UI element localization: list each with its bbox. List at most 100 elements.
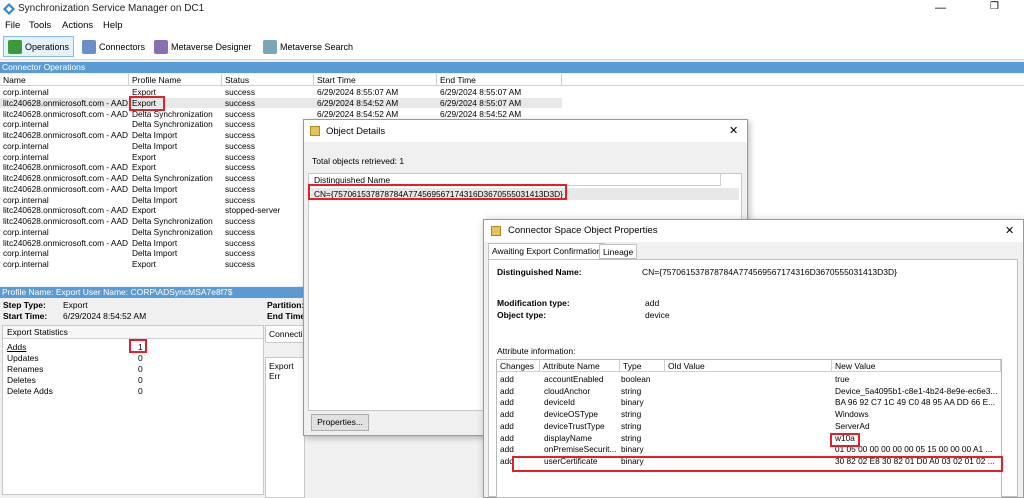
attribute-cell: boolean — [621, 374, 651, 384]
attribute-row[interactable]: add userCertificate binary 30 82 02 E8 30 8… — [497, 455, 1001, 467]
attribute-row[interactable]: add deviceId binary BA 96 92 C7 1C 49 C0 48… — [497, 397, 1001, 408]
close-icon[interactable]: ✕ — [729, 124, 738, 137]
table-cell: Delta Import — [132, 183, 178, 194]
end-time-label: End Time — [267, 311, 306, 321]
stat-label: Renames — [7, 364, 44, 374]
col-status[interactable]: Status — [222, 74, 314, 86]
menu-tools[interactable]: Tools — [29, 20, 51, 31]
table-cell: litc240628.onmicrosoft.com - AAD — [3, 205, 128, 216]
col-name[interactable]: Name — [0, 74, 129, 86]
attribute-cell: Windows — [835, 409, 869, 420]
restore-button[interactable]: ❐ — [990, 1, 999, 12]
table-cell: success — [225, 108, 255, 119]
attribute-cell: add — [500, 385, 514, 396]
stat-label: Delete Adds — [7, 386, 53, 396]
attribute-cell: add — [500, 374, 514, 384]
table-cell: corp.internal — [3, 194, 49, 205]
table-cell: litc240628.onmicrosoft.com - AAD — [3, 173, 128, 183]
attribute-cell: add — [500, 444, 514, 455]
connectors-button[interactable]: Connectors — [78, 36, 149, 57]
attribute-cell: add — [500, 455, 514, 466]
metaverse-designer-icon — [154, 39, 168, 54]
table-cell: Delta Synchronization — [132, 119, 213, 130]
table-cell: success — [225, 151, 255, 162]
table-row[interactable]: litc240628.onmicrosoft.com - AAD Export su… — [0, 97, 562, 109]
metaverse-search-button[interactable]: Metaverse Search — [259, 36, 357, 57]
export-statistics-panel: Export Statistics Adds 1 Updates 0 Renames 0 D… — [2, 325, 264, 495]
table-cell: Delta Synchronization — [132, 173, 213, 183]
attribute-cell: string — [621, 432, 642, 443]
col-type[interactable]: Type — [620, 360, 665, 372]
table-cell: Delta Import — [132, 237, 178, 248]
table-cell: litc240628.onmicrosoft.com - AAD — [3, 130, 128, 140]
table-cell: success — [225, 259, 255, 269]
attribute-row[interactable]: add cloudAnchor string Device_5a4095b1-c8e1… — [497, 385, 1001, 397]
attribute-cell: deviceId — [544, 397, 575, 408]
minimize-button[interactable]: — — [935, 2, 946, 14]
table-cell: litc240628.onmicrosoft.com - AAD — [3, 237, 128, 248]
operations-button[interactable]: Operations — [3, 36, 75, 57]
close-icon[interactable]: ✕ — [1005, 224, 1014, 237]
dn-label: Distinguished Name: — [497, 267, 582, 277]
step-type-label: Step Type: — [3, 300, 46, 310]
col-profile-name[interactable]: Profile Name — [129, 74, 222, 86]
col-distinguished-name[interactable]: Distinguished Name — [309, 174, 721, 186]
col-old-value[interactable]: Old Value — [665, 360, 832, 372]
table-cell: success — [225, 140, 255, 151]
table-cell: Delta Synchronization — [132, 108, 213, 119]
object-type-label: Object type: — [497, 310, 547, 320]
dn-value: CN={757061537878784A774569567174316D3670… — [642, 267, 898, 277]
app-icon — [3, 3, 15, 15]
attribute-cell: displayName — [544, 432, 592, 443]
stat-label[interactable]: Adds — [7, 342, 26, 352]
object-details-title: Object Details — [326, 126, 386, 137]
table-cell: corp.internal — [3, 151, 49, 162]
col-attribute-name[interactable]: Attribute Name — [540, 360, 620, 372]
attribute-row[interactable]: add accountEnabled boolean true — [497, 374, 1001, 385]
stat-value: 0 — [138, 364, 143, 374]
attribute-cell: cloudAnchor — [544, 385, 591, 396]
stat-value: 1 — [138, 342, 143, 352]
attribute-row[interactable]: add deviceTrustType string ServerAd — [497, 420, 1001, 432]
attribute-row[interactable]: add onPremiseSecurit... binary 01 05 00 00 … — [497, 444, 1001, 455]
col-start-time[interactable]: Start Time — [314, 74, 437, 86]
start-time-label: Start Time: — [3, 311, 48, 321]
attribute-cell: ServerAd — [835, 420, 870, 431]
operations-icon — [8, 39, 22, 54]
table-row[interactable]: corp.internal Export success 6/29/2024 8:55… — [0, 87, 562, 98]
metaverse-designer-button[interactable]: Metaverse Designer — [150, 36, 256, 57]
modification-type-label: Modification type: — [497, 298, 570, 308]
connection-panel: Connectio — [265, 325, 307, 343]
attribute-row[interactable]: add displayName string w10a — [497, 432, 1001, 443]
table-cell: success — [225, 183, 255, 194]
table-cell: Export — [132, 259, 156, 269]
connector-operations-header: Connector Operations — [0, 62, 1024, 73]
object-details-titlebar: Object Details ✕ — [304, 120, 747, 142]
table-cell: success — [225, 194, 255, 205]
menu-actions[interactable]: Actions — [62, 20, 93, 31]
connectors-icon — [82, 39, 96, 54]
attribute-cell: add — [500, 409, 514, 420]
col-changes[interactable]: Changes — [497, 360, 540, 372]
col-end-time[interactable]: End Time — [437, 74, 562, 86]
table-row[interactable]: litc240628.onmicrosoft.com - AAD Delta Sy… — [0, 109, 562, 120]
toolbar: Operations Connectors Metaverse Designer… — [0, 33, 1024, 60]
table-cell: success — [225, 162, 255, 173]
table-cell: 6/29/2024 8:54:52 AM — [317, 108, 399, 119]
total-objects: Total objects retrieved: 1 — [312, 156, 405, 166]
export-statistics-header: Export Statistics — [3, 326, 263, 339]
partition-label: Partition: — [267, 300, 305, 310]
tab-lineage[interactable]: Lineage — [599, 244, 638, 259]
properties-button[interactable]: Properties... — [311, 414, 369, 431]
table-cell: success — [225, 226, 255, 237]
table-cell: litc240628.onmicrosoft.com - AAD — [3, 162, 128, 173]
tab-awaiting-export[interactable]: Awaiting Export Confirmation — [488, 243, 606, 259]
attribute-row[interactable]: add deviceOSType string Windows — [497, 409, 1001, 420]
col-new-value[interactable]: New Value — [832, 360, 1001, 372]
table-cell: success — [225, 97, 255, 108]
table-cell: Export — [132, 205, 156, 216]
menu-help[interactable]: Help — [103, 20, 123, 31]
attribute-cell: 01 05 00 00 00 00 00 05 15 00 00 00 A1 .… — [835, 444, 993, 455]
list-item[interactable]: CN={757061537878784A774569567174316D3670… — [311, 188, 739, 200]
menu-file[interactable]: File — [5, 20, 20, 31]
